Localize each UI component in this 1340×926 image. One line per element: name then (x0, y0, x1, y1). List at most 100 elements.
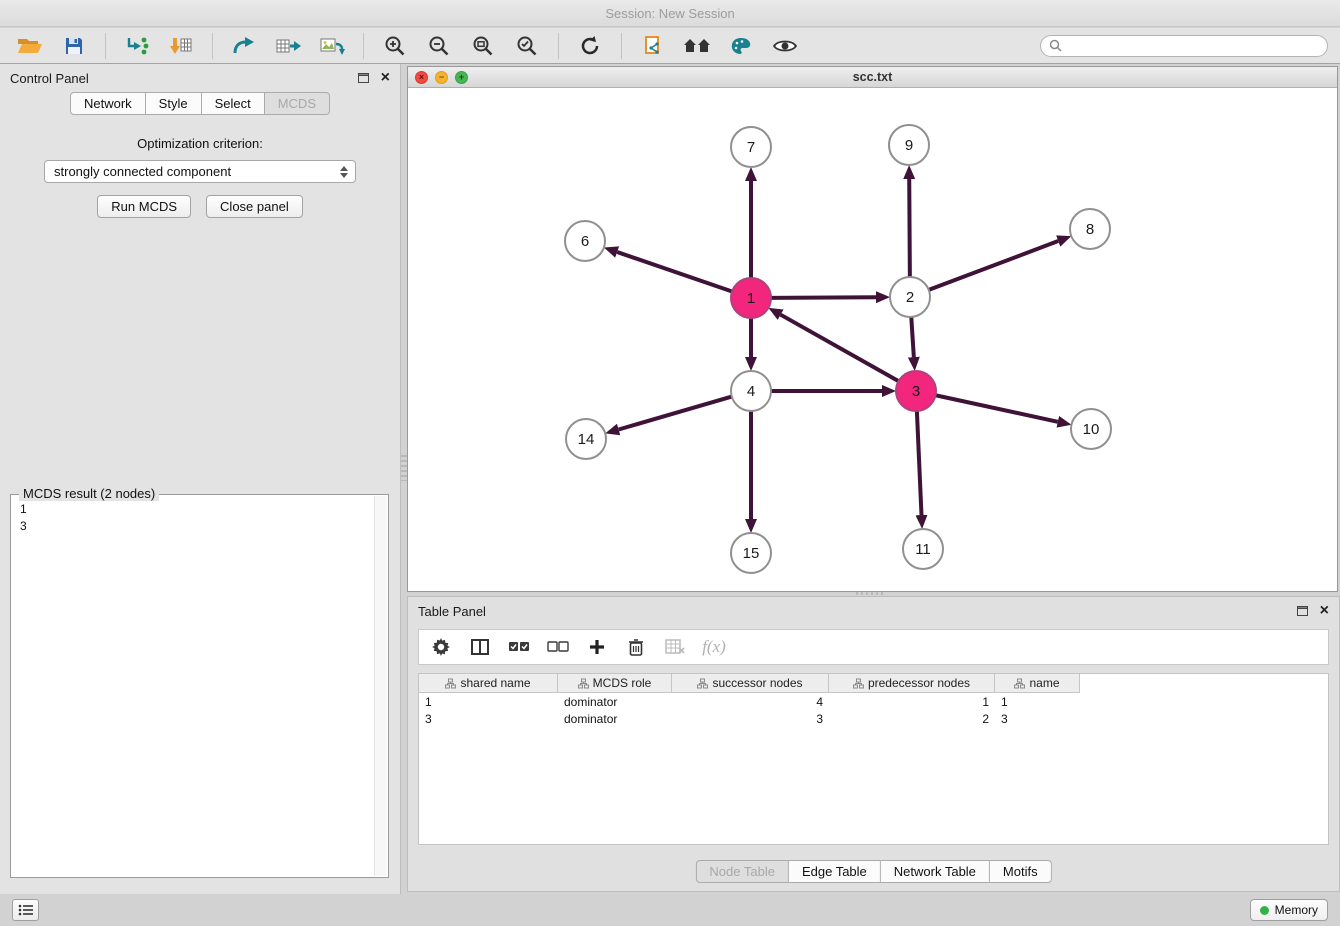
window-zoom-icon[interactable]: + (455, 71, 468, 84)
network-view-window: × − + scc.txt 7968124314101511 (407, 66, 1338, 592)
status-bar: Memory (0, 894, 1340, 926)
graph-edge-2-9[interactable] (909, 179, 910, 277)
import-table-icon (169, 36, 193, 56)
network-window-title: scc.txt (853, 70, 893, 84)
tab-network[interactable]: Network (70, 92, 146, 115)
graph-node-label: 1 (747, 290, 755, 307)
table-panel: Table Panel × f(x) (407, 596, 1340, 892)
first-neighbors-button[interactable] (679, 31, 715, 61)
cell-name[interactable]: 3 (995, 712, 1080, 726)
cell-mcds-role[interactable]: dominator (558, 695, 672, 709)
window-minimize-icon[interactable]: − (435, 71, 448, 84)
visual-styles-icon (729, 36, 753, 56)
zoom-in-button[interactable] (377, 31, 413, 61)
graph-edge-1-6[interactable] (617, 252, 732, 291)
export-document-button[interactable] (635, 31, 671, 61)
close-panel-button[interactable]: Close panel (206, 195, 303, 218)
column-header-successor-nodes[interactable]: successor nodes (672, 674, 829, 693)
delete-table-button[interactable] (663, 634, 687, 660)
show-hide-graphics-button[interactable] (767, 31, 803, 61)
graph-edge-1-2[interactable] (771, 297, 876, 298)
table-row[interactable]: 3 dominator 3 2 3 (419, 710, 1328, 727)
deselect-all-button[interactable] (546, 634, 570, 660)
cell-successor-nodes[interactable]: 3 (672, 712, 829, 726)
tab-edge-table[interactable]: Edge Table (789, 860, 881, 883)
cell-shared-name[interactable]: 3 (419, 712, 558, 726)
column-header-mcds-role[interactable]: MCDS role (558, 674, 672, 693)
export-document-icon (642, 35, 664, 57)
select-all-button[interactable] (507, 634, 531, 660)
network-window-titlebar[interactable]: × − + scc.txt (408, 67, 1337, 88)
tab-network-table[interactable]: Network Table (881, 860, 990, 883)
criterion-dropdown[interactable]: strongly connected component (44, 160, 356, 183)
export-image-icon (319, 36, 345, 56)
zoom-fit-button[interactable] (465, 31, 501, 61)
window-close-icon[interactable]: × (415, 71, 428, 84)
table-row[interactable]: 1 dominator 4 1 1 (419, 693, 1328, 710)
show-columns-button[interactable] (468, 634, 492, 660)
graph-node-label: 8 (1086, 221, 1094, 238)
graph-node-label: 15 (743, 545, 760, 562)
tab-select[interactable]: Select (202, 92, 265, 115)
tab-mcds[interactable]: MCDS (265, 92, 330, 115)
mcds-result-list[interactable]: 1 3 (11, 495, 388, 541)
import-network-button[interactable] (119, 31, 155, 61)
function-builder-button[interactable]: f(x) (702, 634, 726, 660)
close-panel-icon[interactable]: × (381, 71, 390, 85)
network-canvas[interactable]: 7968124314101511 (408, 88, 1337, 591)
visual-styles-button[interactable] (723, 31, 759, 61)
graph-edge-3-10[interactable] (936, 395, 1058, 422)
search-input[interactable] (1067, 38, 1319, 54)
graph-edge-4-14[interactable] (619, 397, 732, 430)
criterion-dropdown-value: strongly connected component (54, 164, 231, 179)
export-table-button[interactable] (270, 31, 306, 61)
result-scrollbar[interactable] (374, 496, 387, 876)
cell-shared-name[interactable]: 1 (419, 695, 558, 709)
graph-node-label: 7 (747, 139, 755, 156)
cell-predecessor-nodes[interactable]: 1 (829, 695, 995, 709)
network-graph[interactable]: 7968124314101511 (408, 88, 1337, 591)
float-window-icon[interactable] (358, 73, 369, 83)
column-header-name[interactable]: name (995, 674, 1080, 693)
table-settings-button[interactable] (429, 634, 453, 660)
import-table-button[interactable] (163, 31, 199, 61)
run-mcds-button[interactable]: Run MCDS (97, 195, 191, 218)
toolbar-separator (558, 33, 559, 59)
delete-column-button[interactable] (624, 634, 648, 660)
column-label: shared name (460, 676, 530, 690)
zoom-fit-icon (472, 35, 494, 57)
close-panel-icon[interactable]: × (1320, 604, 1329, 618)
graph-edge-2-3[interactable] (911, 317, 914, 357)
add-column-button[interactable] (585, 634, 609, 660)
float-window-icon[interactable] (1297, 606, 1308, 616)
graph-edge-2-8[interactable] (929, 241, 1058, 290)
toolbar-search[interactable] (1040, 35, 1328, 57)
cell-mcds-role[interactable]: dominator (558, 712, 672, 726)
column-header-predecessor-nodes[interactable]: predecessor nodes (829, 674, 995, 693)
plus-icon (588, 638, 606, 656)
panel-toggle-button[interactable] (12, 899, 39, 921)
zoom-selected-button[interactable] (509, 31, 545, 61)
cell-name[interactable]: 1 (995, 695, 1080, 709)
tab-style[interactable]: Style (146, 92, 202, 115)
tab-node-table[interactable]: Node Table (695, 860, 789, 883)
save-icon (64, 36, 84, 56)
open-session-button[interactable] (12, 31, 48, 61)
mcds-result-item[interactable]: 1 (20, 501, 379, 518)
cell-predecessor-nodes[interactable]: 2 (829, 712, 995, 726)
zoom-out-button[interactable] (421, 31, 457, 61)
graph-edge-3-11[interactable] (917, 411, 922, 515)
graph-node-label: 11 (915, 541, 931, 558)
refresh-button[interactable] (572, 31, 608, 61)
memory-button[interactable]: Memory (1250, 899, 1328, 921)
mcds-result-item[interactable]: 3 (20, 518, 379, 535)
tab-motifs[interactable]: Motifs (990, 860, 1052, 883)
graph-edge-3-1[interactable] (781, 315, 899, 381)
export-network-button[interactable] (226, 31, 262, 61)
export-image-button[interactable] (314, 31, 350, 61)
save-session-button[interactable] (56, 31, 92, 61)
node-table-header: shared name MCDS role successor nodes pr… (419, 674, 1328, 693)
main-toolbar (0, 28, 1340, 64)
cell-successor-nodes[interactable]: 4 (672, 695, 829, 709)
column-header-shared-name[interactable]: shared name (419, 674, 558, 693)
